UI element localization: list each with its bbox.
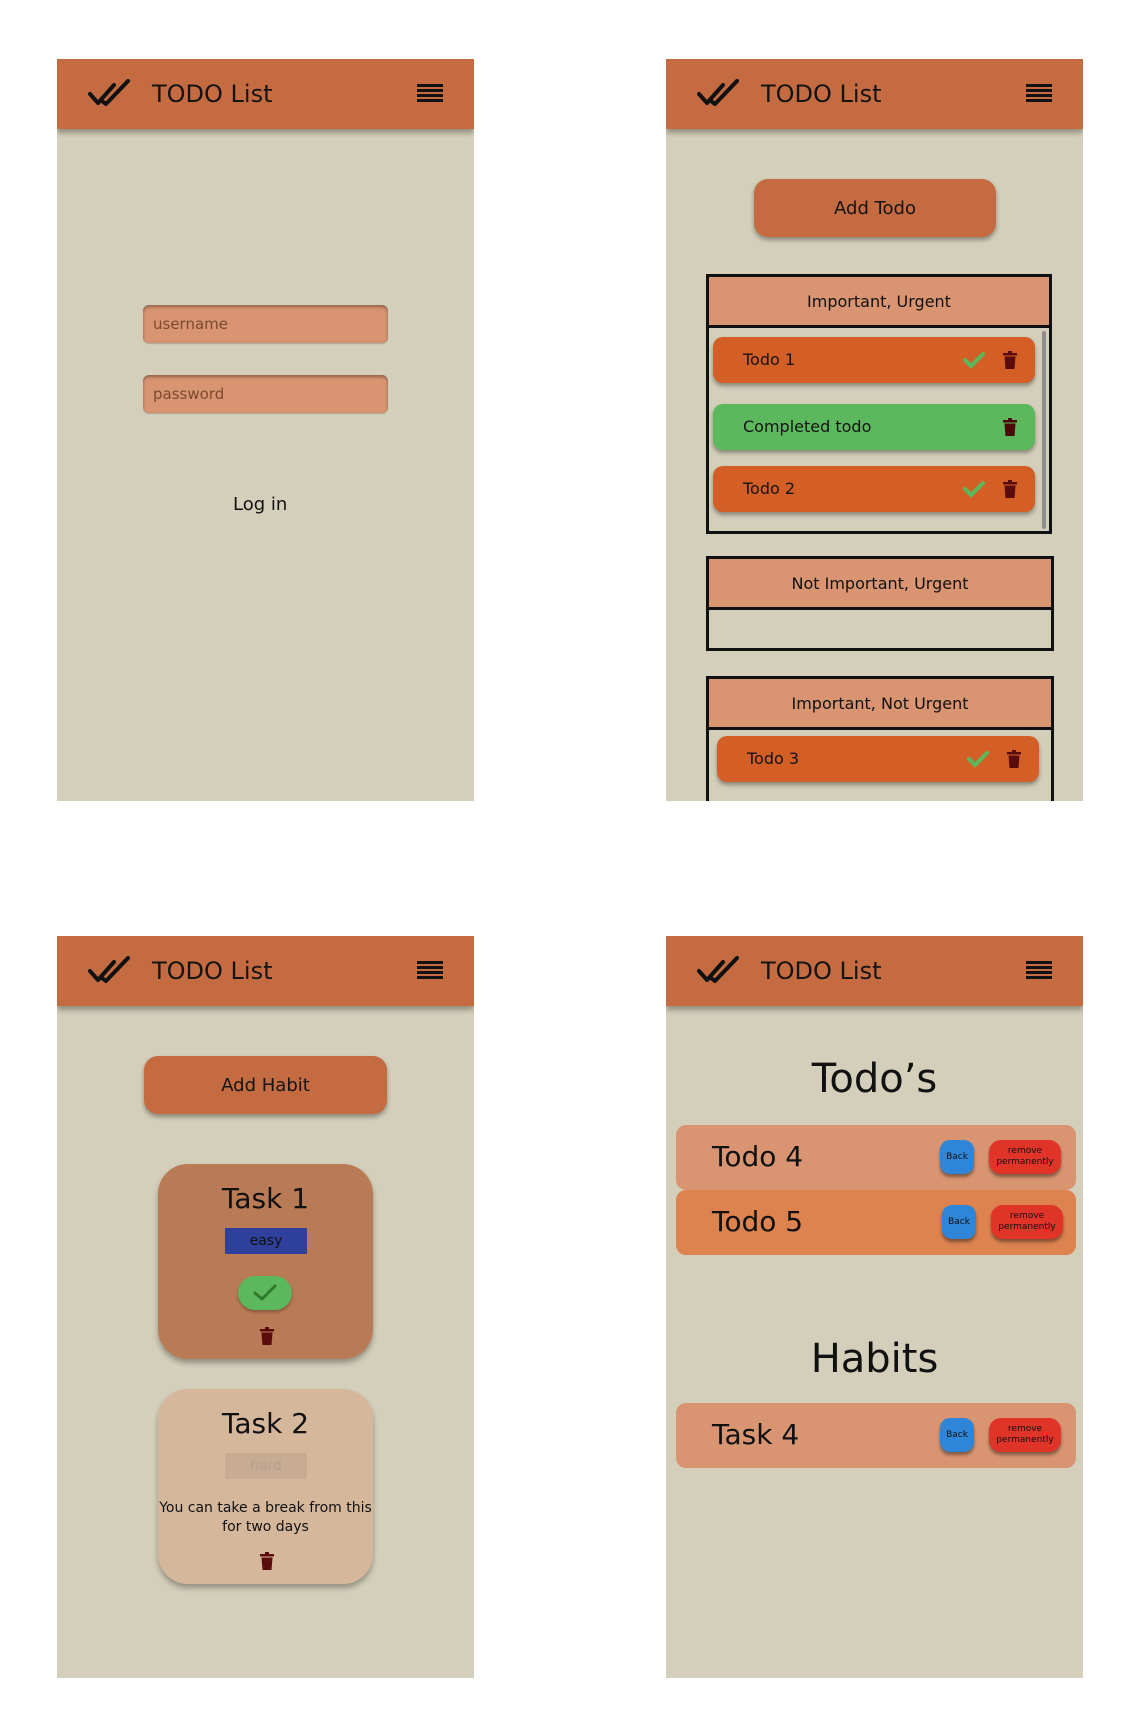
check-icon[interactable] [967,750,989,768]
double-check-icon [697,79,739,106]
todos-section-title: Todo’s [811,1056,938,1102]
hamburger-menu-icon[interactable] [417,84,443,106]
habit-card: Task 2 hard You can take a break from th… [158,1389,373,1584]
remove-permanently-button[interactable]: remove permanently [989,1418,1061,1452]
trash-icon[interactable] [1003,480,1017,498]
habit-name: Task 2 [221,1407,310,1440]
add-habit-button[interactable]: Add Habit [144,1056,387,1114]
archived-item-label: Todo 5 [712,1205,804,1238]
app-bar: TODO List [666,59,1083,129]
back-button[interactable]: Back [940,1140,974,1174]
app-bar: TODO List [57,59,474,129]
login-screen: TODO List Log in [57,59,474,801]
habits-section-title: Habits [810,1336,939,1382]
todo-item-completed[interactable]: Completed todo [713,404,1035,450]
archived-todo-row: Todo 5 Back remove permanently [676,1190,1076,1255]
todo-label: Todo 2 [743,479,796,498]
archived-habit-row: Task 4 Back remove permanently [676,1403,1076,1468]
login-button[interactable]: Log in [227,493,293,516]
quadrant-title: Not Important, Urgent [709,559,1051,610]
hamburger-menu-icon[interactable] [417,961,443,983]
app-title: TODO List [761,80,882,108]
todo-item[interactable]: Todo 1 [713,337,1035,383]
quadrant-important-urgent: Important, Urgent Todo 1 Completed todo … [706,274,1052,534]
quadrant-not-important-urgent: Not Important, Urgent [706,556,1054,651]
quadrant-important-not-urgent: Important, Not Urgent Todo 3 [706,676,1054,801]
habit-done-button[interactable] [238,1276,292,1310]
trash-icon[interactable] [1003,351,1017,369]
hamburger-menu-icon[interactable] [1026,961,1052,983]
hamburger-menu-icon[interactable] [1026,84,1052,106]
trash-icon[interactable] [260,1552,274,1570]
archive-screen: TODO List Todo’s Todo 4 Back remove perm… [666,936,1083,1678]
todos-screen: TODO List Add Todo Important, Urgent Tod… [666,59,1083,801]
trash-icon[interactable] [260,1327,274,1345]
app-title: TODO List [152,957,273,985]
quadrant-title: Important, Urgent [709,277,1049,328]
scrollbar[interactable] [1042,331,1046,529]
password-field[interactable] [143,375,388,413]
trash-icon[interactable] [1003,418,1017,436]
back-button[interactable]: Back [940,1418,974,1452]
back-button[interactable]: Back [942,1205,976,1239]
remove-permanently-button[interactable]: remove permanently [991,1205,1063,1239]
check-icon[interactable] [963,351,985,369]
app-bar: TODO List [666,936,1083,1006]
todo-label: Todo 3 [747,749,800,768]
check-icon[interactable] [963,480,985,498]
archived-item-label: Task 4 [712,1418,800,1451]
difficulty-badge: hard [225,1453,307,1479]
habit-card: Task 1 easy [158,1164,373,1359]
app-bar: TODO List [57,936,474,1006]
app-title: TODO List [761,957,882,985]
double-check-icon [88,79,130,106]
double-check-icon [88,956,130,983]
todo-label: Completed todo [743,417,872,436]
trash-icon[interactable] [1007,750,1021,768]
todo-label: Todo 1 [743,350,796,369]
app-title: TODO List [152,80,273,108]
todo-item[interactable]: Todo 3 [717,736,1039,782]
archived-item-label: Todo 4 [712,1140,804,1173]
check-icon [253,1284,277,1302]
add-todo-button[interactable]: Add Todo [754,179,996,237]
remove-permanently-button[interactable]: remove permanently [989,1140,1061,1174]
todo-item[interactable]: Todo 2 [713,466,1035,512]
habits-screen: TODO List Add Habit Task 1 easy Task 2 h… [57,936,474,1678]
username-field[interactable] [143,305,388,343]
difficulty-badge: easy [225,1228,307,1254]
archived-todo-row: Todo 4 Back remove permanently [676,1125,1076,1190]
habit-name: Task 1 [221,1182,310,1215]
break-message: You can take a break from this for two d… [159,1500,372,1535]
quadrant-title: Important, Not Urgent [709,679,1051,730]
double-check-icon [697,956,739,983]
